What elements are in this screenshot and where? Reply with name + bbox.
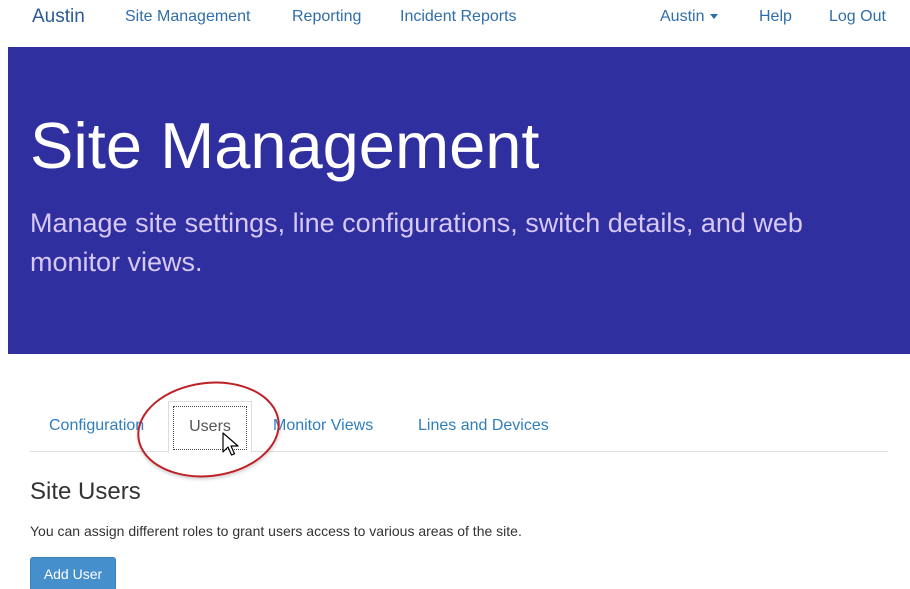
site-management-tabs: Configuration Users Monitor Views Lines …	[30, 400, 888, 453]
page-title: Site Management	[30, 109, 540, 182]
add-user-button[interactable]: Add User	[30, 557, 116, 589]
nav-reporting[interactable]: Reporting	[292, 8, 361, 26]
user-menu-label: Austin	[660, 8, 705, 25]
brand-link[interactable]: Austin	[32, 6, 85, 28]
tab-configuration[interactable]: Configuration	[49, 417, 144, 435]
top-navbar: Austin Site Management Reporting Inciden…	[0, 0, 910, 42]
section-description: You can assign different roles to grant …	[30, 523, 522, 539]
tab-monitor-views[interactable]: Monitor Views	[273, 417, 373, 435]
nav-incident-reports[interactable]: Incident Reports	[400, 8, 517, 26]
page-header-banner: Site Management Manage site settings, li…	[8, 47, 910, 354]
user-menu-dropdown[interactable]: Austin	[660, 8, 719, 26]
mouse-pointer-icon	[222, 432, 239, 456]
chevron-down-icon	[710, 14, 719, 20]
nav-help[interactable]: Help	[759, 8, 792, 26]
section-title: Site Users	[30, 478, 141, 505]
tab-lines-and-devices[interactable]: Lines and Devices	[418, 417, 549, 435]
page-subtitle: Manage site settings, line configuration…	[30, 208, 803, 278]
nav-site-management[interactable]: Site Management	[125, 8, 250, 26]
page: Austin Site Management Reporting Inciden…	[0, 0, 910, 589]
nav-log-out[interactable]: Log Out	[829, 8, 886, 26]
